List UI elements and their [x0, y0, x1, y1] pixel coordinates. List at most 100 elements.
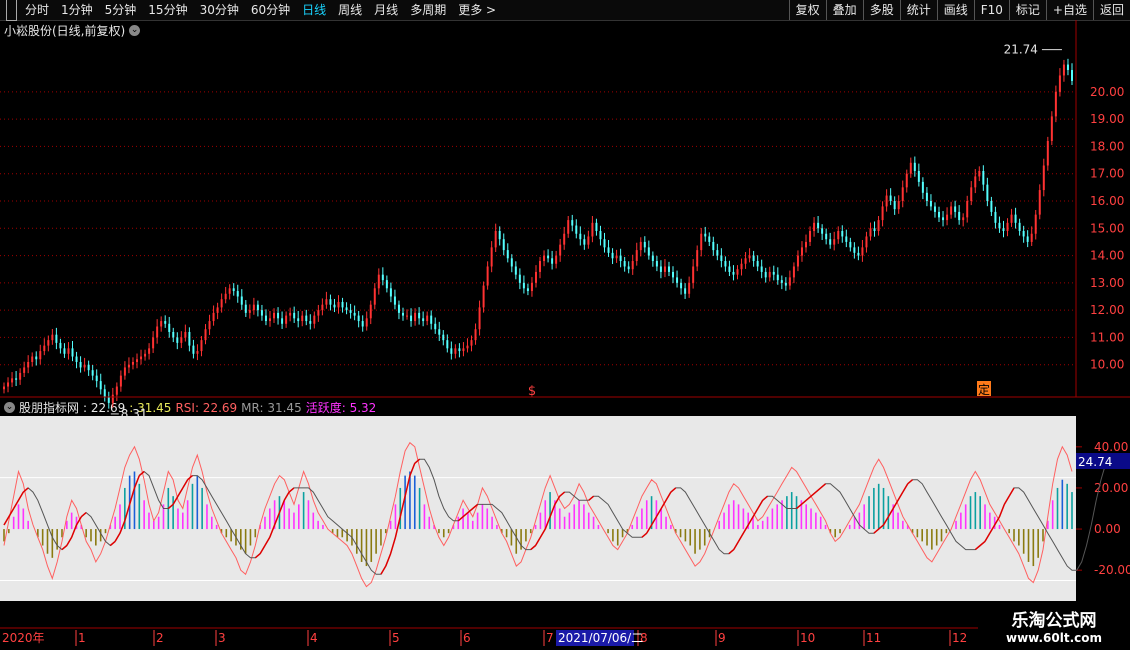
candle-body	[79, 361, 82, 368]
candle-body	[260, 310, 263, 316]
candle-body	[111, 394, 114, 403]
candle-body	[75, 356, 78, 362]
month-label: 12	[952, 631, 967, 645]
candle-body	[901, 187, 904, 201]
candle-body	[917, 170, 920, 182]
candle-body	[172, 331, 175, 338]
candle-body	[978, 170, 981, 177]
candle-body	[410, 315, 413, 322]
candle-body	[486, 266, 489, 286]
candle-body	[317, 310, 320, 316]
candle-body	[244, 304, 247, 313]
candle-body	[913, 162, 916, 171]
candle-body	[688, 282, 691, 294]
candle-body	[401, 312, 404, 316]
candle-body	[325, 299, 328, 305]
high-price-label: 21.74	[1004, 43, 1038, 57]
candle-body	[925, 192, 928, 201]
candle-body	[301, 315, 304, 322]
candle-body	[192, 345, 195, 354]
candle-body	[563, 233, 566, 245]
month-label: 6	[463, 631, 471, 645]
candle-body	[970, 187, 973, 201]
candle-body	[397, 304, 400, 313]
candle-body	[357, 315, 360, 322]
candle-body	[1006, 222, 1009, 232]
candle-body	[510, 258, 513, 267]
candle-body	[224, 293, 227, 300]
candle-body	[430, 315, 433, 324]
candle-body	[91, 370, 94, 376]
candle-body	[232, 288, 235, 292]
candle-body	[909, 162, 912, 174]
candle-body	[1030, 233, 1033, 242]
candle-body	[393, 296, 396, 305]
month-label: 3	[218, 631, 226, 645]
candle-body	[958, 211, 961, 221]
candle-body	[385, 280, 388, 289]
candle-body	[1046, 140, 1049, 166]
candle-body	[1038, 190, 1041, 215]
candle-body	[313, 315, 316, 324]
candle-body	[140, 356, 143, 360]
candle-body	[268, 318, 271, 322]
candle-body	[406, 315, 409, 317]
indicator-tick-label: -20.00	[1094, 563, 1130, 577]
candle-body	[184, 331, 187, 338]
kline-chart[interactable]: 10.0011.0012.0013.0014.0015.0016.0017.00…	[0, 0, 1130, 650]
price-tick-label: 19.00	[1090, 112, 1124, 126]
candle-body	[760, 266, 763, 272]
candle-body	[704, 233, 707, 237]
candle-body	[458, 348, 461, 352]
candle-body	[119, 375, 122, 387]
candle-body	[555, 255, 558, 264]
candle-body	[732, 271, 735, 275]
candle-body	[756, 261, 759, 267]
candle-body	[39, 351, 42, 360]
candle-body	[289, 312, 292, 316]
candle-body	[168, 323, 171, 332]
watermark: 乐淘公式网 www.60lt.com	[978, 604, 1130, 650]
candle-body	[1002, 228, 1005, 232]
candle-body	[478, 307, 481, 330]
candle-body	[905, 173, 908, 188]
candle-body	[99, 381, 102, 390]
indicator-tick-label: 0.00	[1094, 522, 1121, 536]
indicator-tick-label: 40.00	[1094, 440, 1128, 454]
candle-body	[309, 321, 312, 324]
candle-body	[361, 321, 364, 327]
candle-body	[873, 228, 876, 232]
price-tick-label: 12.00	[1090, 303, 1124, 317]
month-label: 5	[392, 631, 400, 645]
candle-body	[599, 231, 602, 240]
candle-body	[881, 206, 884, 221]
candle-body	[962, 217, 965, 221]
candle-body	[321, 304, 324, 311]
candle-body	[127, 364, 130, 368]
candle-body	[784, 282, 787, 286]
candle-body	[708, 236, 711, 242]
candle-body	[805, 241, 808, 248]
candle-body	[526, 288, 529, 292]
candle-body	[672, 271, 675, 278]
candle-body	[176, 337, 179, 343]
candle-body	[635, 250, 638, 262]
candle-body	[591, 222, 594, 237]
candle-body	[825, 233, 828, 240]
candle-body	[43, 345, 46, 352]
candle-body	[946, 214, 949, 221]
event-marker: 定	[978, 382, 990, 397]
candle-body	[982, 170, 985, 185]
candle-body	[720, 255, 723, 262]
candle-body	[349, 310, 352, 313]
price-tick-label: 20.00	[1090, 85, 1124, 99]
candle-body	[986, 184, 989, 201]
candle-body	[643, 241, 646, 248]
candle-body	[164, 321, 167, 324]
price-tick-label: 18.00	[1090, 139, 1124, 153]
candle-body	[796, 255, 799, 267]
candle-body	[11, 378, 14, 383]
candle-body	[1022, 231, 1025, 237]
month-label: 9	[718, 631, 726, 645]
month-label: 7	[546, 631, 554, 645]
